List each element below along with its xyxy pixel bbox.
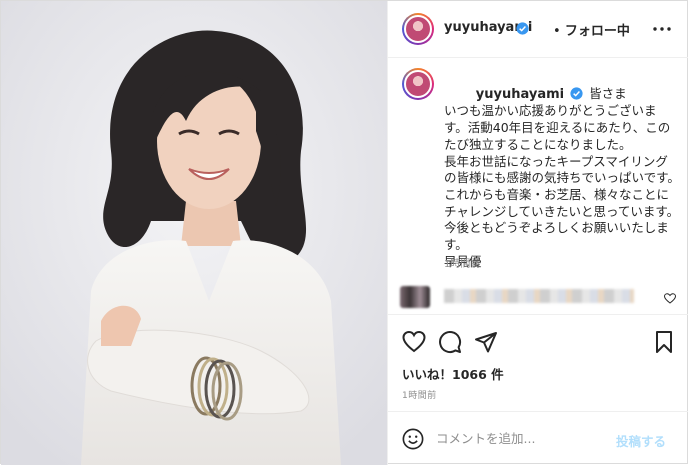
verified-badge-icon: [570, 87, 583, 100]
comment-like-heart-icon[interactable]: [664, 293, 676, 304]
post-comment-button[interactable]: 投稿する: [616, 431, 666, 450]
comments-section: yuyuhayami 皆さま いつも温かい応援ありがとうございます。活動40年目を…: [388, 58, 688, 314]
post-timestamp[interactable]: 1時間前: [402, 388, 437, 401]
follow-area: • フォロー中: [553, 20, 630, 39]
caption-body: 皆さま いつも温かい応援ありがとうございます。活動40年目を迎えるにあたり、この…: [444, 85, 680, 269]
caption-timestamp: 1時間前: [444, 259, 481, 270]
verified-badge-icon: [516, 22, 529, 35]
post-details-panel: yuyuhayami • フォロー中 yuyuhayami 皆さま いつも温かい応…: [387, 1, 688, 465]
like-count[interactable]: いいね！1066 件: [402, 364, 504, 383]
caption-username[interactable]: yuyuhayami: [476, 87, 564, 102]
post-header: yuyuhayami • フォロー中: [388, 1, 688, 58]
blurred-comment-text: [444, 289, 634, 303]
caption-author-avatar[interactable]: [402, 68, 434, 100]
blurred-commenter-avatar: [400, 286, 430, 308]
separator-dot: •: [553, 24, 561, 39]
comment-bubble-icon[interactable]: [438, 330, 462, 354]
paper-plane-icon[interactable]: [474, 330, 498, 354]
blurred-comment-row: [388, 283, 688, 313]
more-horizontal-icon[interactable]: [652, 21, 672, 37]
follow-status-button[interactable]: フォロー中: [565, 24, 630, 39]
post-photo[interactable]: [1, 1, 387, 465]
heart-outline-icon[interactable]: [402, 330, 426, 354]
portrait-illustration: [1, 1, 387, 465]
add-comment-bar: 投稿する: [388, 411, 688, 465]
smiley-face-icon[interactable]: [402, 428, 424, 450]
comment-input[interactable]: [436, 427, 616, 449]
author-avatar[interactable]: [402, 13, 434, 45]
instagram-post-modal: yuyuhayami • フォロー中 yuyuhayami 皆さま いつも温かい応…: [0, 0, 688, 465]
bookmark-icon[interactable]: [652, 330, 676, 354]
